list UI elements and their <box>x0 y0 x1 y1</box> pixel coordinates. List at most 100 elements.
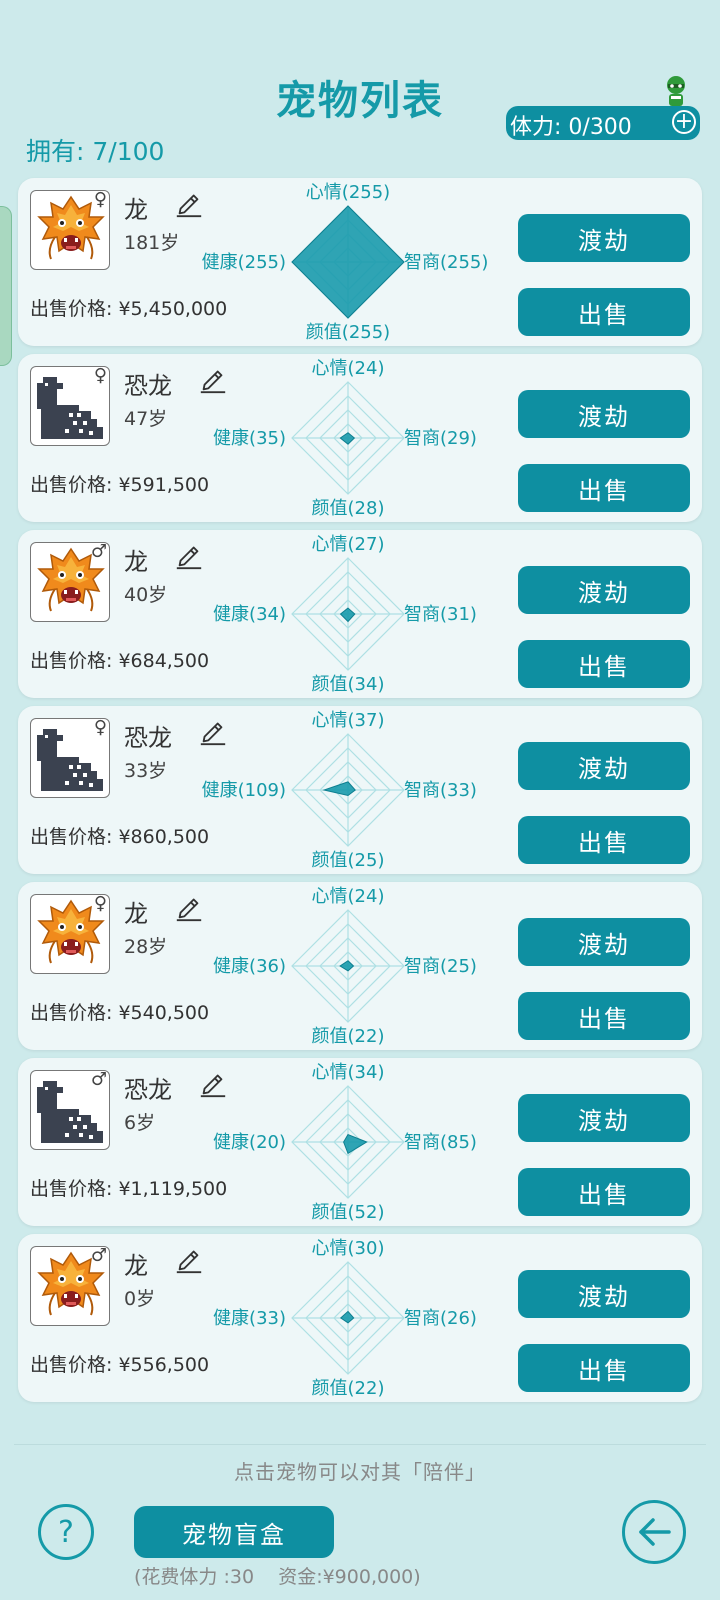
radar-chart <box>291 909 405 1023</box>
stat-looks: 颜值(22) <box>311 1378 385 1399</box>
avatar-icon[interactable] <box>660 74 692 108</box>
stats-radar: 心情(34) 颜值(52) 健康(20) 智商(85) <box>198 1058 498 1226</box>
stat-mood: 心情(27) <box>311 534 385 555</box>
plus-circle-icon[interactable]: + <box>672 110 696 134</box>
pet-name: 恐龙 <box>124 372 172 400</box>
transcend-button[interactable]: 渡劫 <box>518 214 690 262</box>
transcend-button[interactable]: 渡劫 <box>518 1094 690 1142</box>
gender-icon: ♂ <box>90 542 107 562</box>
question-icon: ? <box>58 1514 74 1550</box>
pet-age: 47岁 <box>124 408 168 430</box>
pet-age: 181岁 <box>124 232 180 254</box>
stat-health: 健康(109) <box>201 780 286 801</box>
radar-value-shape <box>343 1133 368 1155</box>
stat-mood: 心情(255) <box>305 182 391 203</box>
stat-health: 健康(20) <box>213 1132 286 1153</box>
gender-icon: ♀ <box>93 718 107 738</box>
pet-portrait[interactable]: ♀ <box>30 718 110 798</box>
transcend-button[interactable]: 渡劫 <box>518 390 690 438</box>
pet-name: 恐龙 <box>124 724 172 752</box>
stat-health: 健康(34) <box>213 604 286 625</box>
transcend-button[interactable]: 渡劫 <box>518 566 690 614</box>
stat-mood: 心情(34) <box>311 1062 385 1083</box>
sell-button[interactable]: 出售 <box>518 816 690 864</box>
gender-icon: ♀ <box>93 894 107 914</box>
pet-portrait[interactable]: ♀ <box>30 190 110 270</box>
pet-card[interactable]: ♀ 恐龙 33岁 出售价格: ¥860,500 心情(37) 颜值(25) 健康(109) 智… <box>18 706 702 874</box>
sell-button[interactable]: 出售 <box>518 992 690 1040</box>
back-button[interactable] <box>622 1500 686 1564</box>
stat-iq: 智商(25) <box>404 956 477 977</box>
stat-iq: 智商(31) <box>404 604 477 625</box>
stats-radar: 心情(27) 颜值(34) 健康(34) 智商(31) <box>198 530 498 698</box>
radar-chart <box>291 1085 405 1199</box>
stat-health: 健康(35) <box>213 428 286 449</box>
pet-name: 龙 <box>124 900 148 928</box>
pet-portrait[interactable]: ♀ <box>30 894 110 974</box>
transcend-button[interactable]: 渡劫 <box>518 742 690 790</box>
stat-iq: 智商(29) <box>404 428 477 449</box>
pet-name: 龙 <box>124 196 148 224</box>
blindbox-button[interactable]: 宠物盲盒 <box>134 1506 334 1558</box>
stats-radar: 心情(37) 颜值(25) 健康(109) 智商(33) <box>198 706 498 874</box>
stat-mood: 心情(24) <box>311 358 385 379</box>
pet-card[interactable]: ♂ 龙 40岁 出售价格: ¥684,500 心情(27) 颜值(34) 健康(34) 智商(… <box>18 530 702 698</box>
gender-icon: ♀ <box>93 190 107 210</box>
stat-looks: 颜值(52) <box>311 1202 385 1223</box>
stat-mood: 心情(24) <box>311 886 385 907</box>
stat-looks: 颜值(34) <box>311 674 385 695</box>
pet-portrait[interactable]: ♀ <box>30 366 110 446</box>
pet-age: 6岁 <box>124 1112 156 1134</box>
pet-name: 龙 <box>124 1252 148 1280</box>
sell-button[interactable]: 出售 <box>518 464 690 512</box>
radar-value-shape <box>291 205 405 319</box>
stat-iq: 智商(26) <box>404 1308 477 1329</box>
radar-chart <box>291 381 405 495</box>
stat-iq: 智商(33) <box>404 780 477 801</box>
blindbox-cost: (花费体力 :30 资金:¥900,000) <box>134 1566 421 1588</box>
pet-name: 龙 <box>124 548 148 576</box>
transcend-button[interactable]: 渡劫 <box>518 918 690 966</box>
pet-age: 28岁 <box>124 936 168 958</box>
pet-age: 40岁 <box>124 584 168 606</box>
sell-button[interactable]: 出售 <box>518 288 690 336</box>
radar-chart <box>291 1261 405 1375</box>
pet-card[interactable]: ♂ 恐龙 6岁 出售价格: ¥1,119,500 心情(34) 颜值(52) 健康(20) 智… <box>18 1058 702 1226</box>
stat-health: 健康(33) <box>213 1308 286 1329</box>
sell-price: 出售价格: ¥540,500 <box>30 1002 210 1024</box>
pet-age: 33岁 <box>124 760 168 782</box>
pet-portrait[interactable]: ♂ <box>30 1246 110 1326</box>
stat-health: 健康(255) <box>201 252 286 273</box>
stat-looks: 颜值(22) <box>311 1026 385 1047</box>
sell-price: 出售价格: ¥591,500 <box>30 474 210 496</box>
stat-health: 健康(36) <box>213 956 286 977</box>
gender-icon: ♂ <box>90 1070 107 1090</box>
gender-icon: ♂ <box>90 1246 107 1266</box>
sell-button[interactable]: 出售 <box>518 640 690 688</box>
pet-card[interactable]: ♀ 恐龙 47岁出售价格: ¥591,500 心情(24) 颜值(28) 健康(35) 智商… <box>18 354 702 522</box>
arrow-left-icon <box>639 1518 671 1546</box>
sell-button[interactable]: 出售 <box>518 1168 690 1216</box>
transcend-button[interactable]: 渡劫 <box>518 1270 690 1318</box>
stat-looks: 颜值(28) <box>311 498 385 519</box>
stat-iq: 智商(255) <box>404 252 489 273</box>
stats-radar: 心情(24) 颜值(28) 健康(35) 智商(29) <box>198 354 498 522</box>
side-drawer-tab[interactable] <box>0 206 12 366</box>
radar-chart <box>291 205 405 319</box>
pet-age: 0岁 <box>124 1288 156 1310</box>
stats-radar: 心情(30) 颜值(22) 健康(33) 智商(26) <box>198 1234 498 1402</box>
stat-mood: 心情(30) <box>311 1238 385 1259</box>
sell-price: 出售价格: ¥860,500 <box>30 826 210 848</box>
stamina-text: 体力: 0/300 <box>510 115 632 140</box>
help-button[interactable]: ? <box>38 1504 94 1560</box>
stat-iq: 智商(85) <box>404 1132 477 1153</box>
stamina-bar: 体力: 0/300 + <box>506 106 700 140</box>
pet-card[interactable]: ♂ 龙 0岁出售价格: ¥556,500 心情(30) 颜值(22) 健康(33) 智商(2… <box>18 1234 702 1402</box>
pet-card[interactable]: ♀ 龙 28岁出售价格: ¥540,500 心情(24) 颜值(22) 健康(36) 智商(… <box>18 882 702 1050</box>
sell-button[interactable]: 出售 <box>518 1344 690 1392</box>
pet-card[interactable]: ♀ 龙 181岁 出售价格: ¥5,450,000 心情(255) 颜值(255) 健康(2… <box>18 178 702 346</box>
pet-portrait[interactable]: ♂ <box>30 1070 110 1150</box>
pet-portrait[interactable]: ♂ <box>30 542 110 622</box>
stats-radar: 心情(24) 颜值(22) 健康(36) 智商(25) <box>198 882 498 1050</box>
sell-price: 出售价格: ¥556,500 <box>30 1354 210 1376</box>
